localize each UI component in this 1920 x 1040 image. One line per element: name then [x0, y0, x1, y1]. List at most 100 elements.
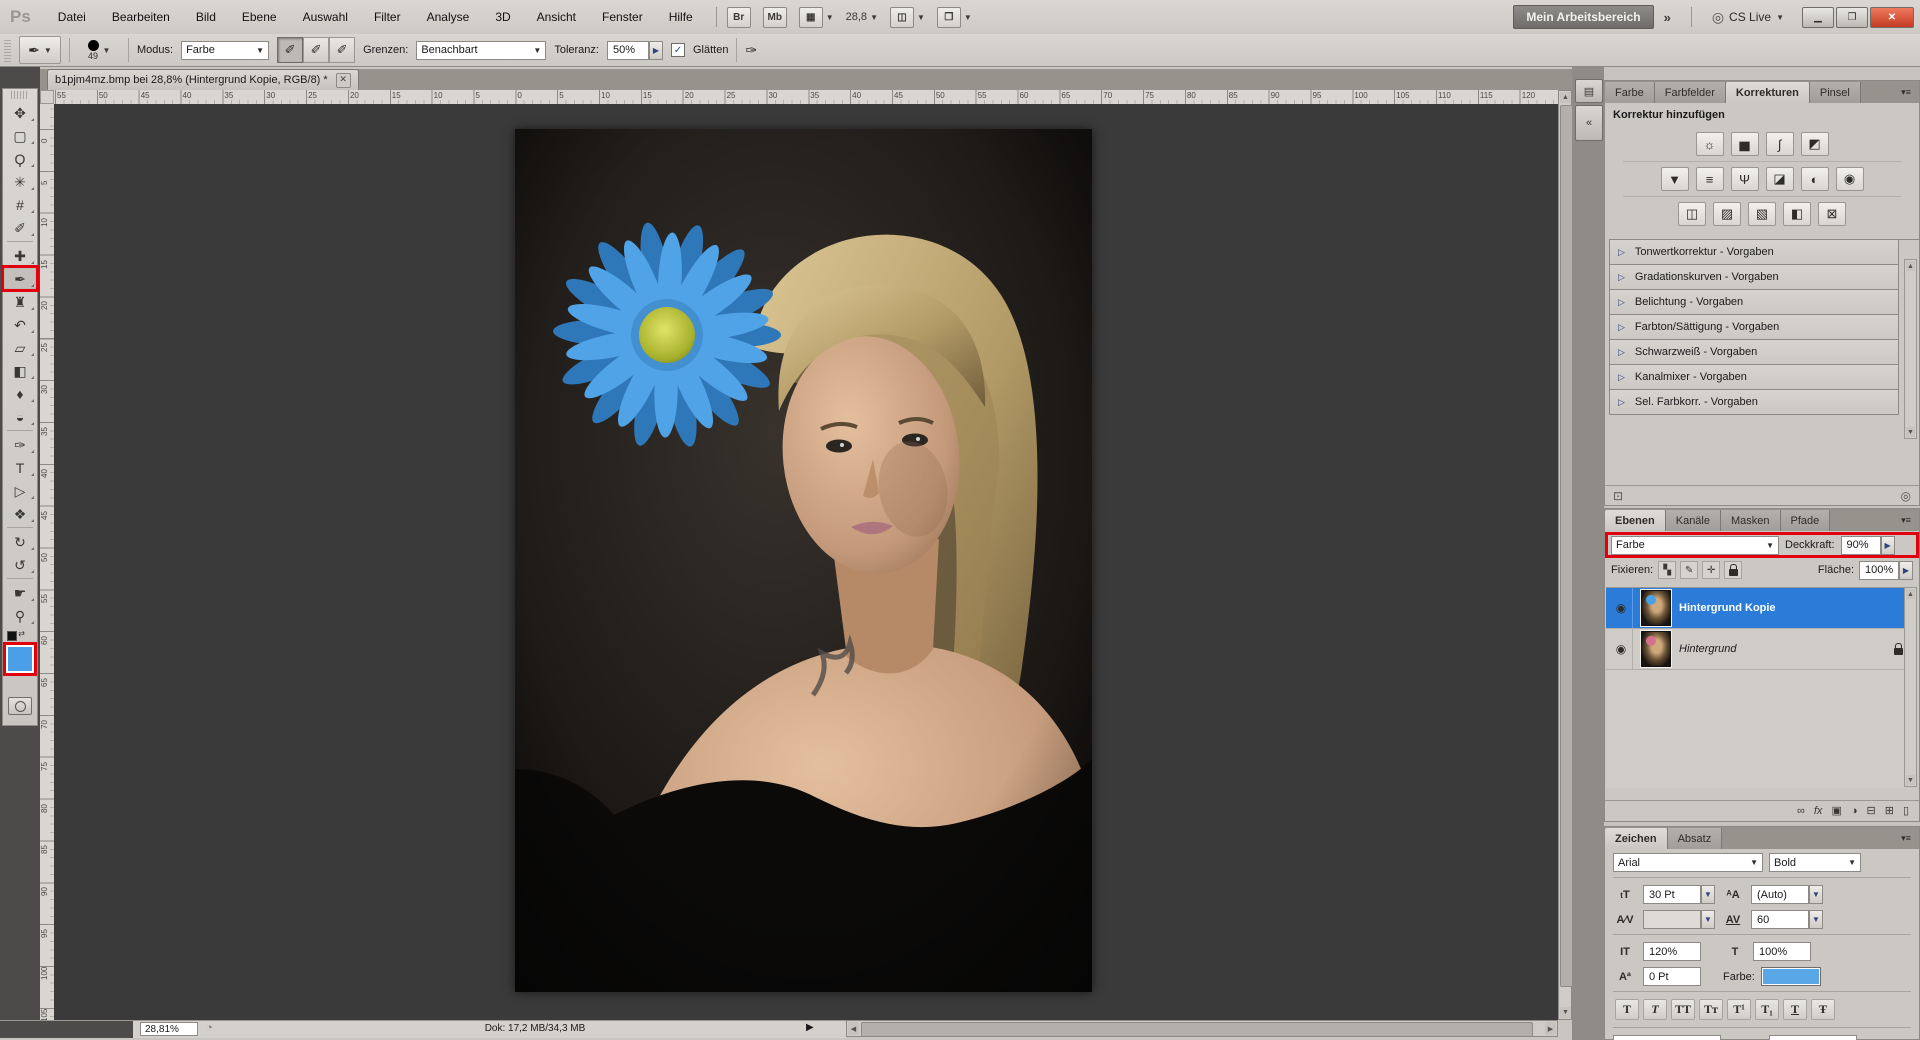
lasso-tool[interactable]: Ϙ [3, 147, 37, 170]
kerning-dropdown-button[interactable]: ▼ [1701, 910, 1715, 929]
3d-orbit-tool[interactable]: ↺ [3, 553, 37, 576]
grenzen-dropdown[interactable]: Benachbart ▼ [416, 41, 546, 60]
leading-input[interactable]: (Auto) [1751, 885, 1809, 904]
all-caps-button[interactable]: TT [1671, 999, 1695, 1020]
channel-mixer-button[interactable]: ◉ [1836, 167, 1864, 191]
flaeche-input[interactable]: 100% [1859, 561, 1899, 580]
layers-scrollbar[interactable]: ▲ ▼ [1904, 587, 1917, 787]
eyedropper-tool[interactable]: ✐ [3, 216, 37, 239]
menu-item-hilfe[interactable]: Hilfe [656, 1, 706, 34]
selective-color-button[interactable]: ⊠ [1818, 202, 1846, 226]
custom-shape-tool[interactable]: ❖ [3, 502, 37, 525]
menu-item-fenster[interactable]: Fenster [589, 1, 656, 34]
baseline-shift-input[interactable]: 0 Pt [1643, 967, 1701, 986]
scroll-down-icon[interactable]: ▼ [1906, 427, 1915, 437]
photo-filter-button[interactable]: ◐ [1801, 167, 1829, 191]
hand-tool[interactable]: ☛ [3, 581, 37, 604]
black-white-button[interactable]: ◪ [1766, 167, 1794, 191]
preset-tonwertkorrektur-vorgaben[interactable]: ▷Tonwertkorrektur - Vorgaben [1609, 240, 1899, 265]
scroll-right-icon[interactable]: ▶ [1545, 1022, 1556, 1035]
sampling-once-icon[interactable]: ✐ [303, 37, 329, 63]
close-button[interactable]: ✕ [1870, 7, 1914, 28]
font-family-dropdown[interactable]: Arial ▼ [1613, 853, 1763, 872]
default-colors-control[interactable]: ⇄ [7, 631, 23, 643]
new-layer-button[interactable]: ⊞ [1885, 804, 1894, 817]
workspace-button[interactable]: Mein Arbeitsbereich [1513, 5, 1653, 29]
move-tool[interactable]: ✥ [3, 101, 37, 124]
faux-bold-button[interactable]: T [1615, 999, 1639, 1020]
workspace-overflow-chevrons[interactable]: » [1664, 10, 1671, 25]
underline-button[interactable]: T [1783, 999, 1807, 1020]
add-layer-mask-button[interactable]: ▣ [1831, 804, 1841, 817]
rectangular-marquee-tool[interactable]: ▢ [3, 124, 37, 147]
visibility-toggle[interactable]: ◉ [1610, 588, 1633, 628]
document-close-icon[interactable]: ✕ [336, 73, 351, 88]
horizontal-scale-input[interactable]: 100% [1753, 942, 1811, 961]
vertical-scale-input[interactable]: 120% [1643, 942, 1701, 961]
horizontal-scroll-thumb[interactable] [861, 1022, 1533, 1037]
scroll-up-icon[interactable]: ▲ [1906, 261, 1915, 271]
preset-gradationskurven-vorgaben[interactable]: ▷Gradationskurven - Vorgaben [1609, 265, 1899, 290]
scroll-down-icon[interactable]: ▼ [1906, 775, 1915, 785]
preset-sel-farbkorr-vorgaben[interactable]: ▷Sel. Farbkorr. - Vorgaben [1609, 390, 1899, 415]
visibility-toggle[interactable]: ◉ [1610, 629, 1633, 669]
arrange-documents-control[interactable]: ◫ ▼ [890, 7, 925, 28]
gradient-tool[interactable]: ◧ [3, 359, 37, 382]
foreground-color-swatch[interactable] [6, 645, 34, 673]
menu-item-analyse[interactable]: Analyse [414, 1, 483, 34]
invert-button[interactable]: ◫ [1678, 202, 1706, 226]
lock-all-button[interactable] [1724, 561, 1742, 579]
preset-belichtung-vorgaben[interactable]: ▷Belichtung - Vorgaben [1609, 290, 1899, 315]
status-options-arrow-icon[interactable]: ▶ [806, 1022, 814, 1033]
tab-absatz[interactable]: Absatz [1668, 828, 1723, 849]
gradient-map-button[interactable]: ◧ [1783, 202, 1811, 226]
dodge-tool[interactable]: ◒ [3, 405, 37, 428]
color-replacement-tool[interactable]: ✒ [3, 267, 37, 290]
subscript-button[interactable]: T₁ [1755, 999, 1779, 1020]
faux-italic-button[interactable]: T [1643, 999, 1667, 1020]
screen-mode-control[interactable]: ❐ ▼ [937, 7, 972, 28]
status-zoom-input[interactable]: 28,81% [140, 1022, 198, 1036]
quick-selection-tool[interactable]: ✳ [3, 170, 37, 193]
zoom-tool[interactable]: ⚲ [3, 604, 37, 627]
scroll-down-icon[interactable]: ▼ [1560, 1007, 1571, 1018]
strikethrough-button[interactable]: Ŧ [1811, 999, 1835, 1020]
brightness-contrast-button[interactable]: ☼ [1696, 132, 1724, 156]
tab-zeichen[interactable]: Zeichen [1605, 828, 1668, 849]
modus-dropdown[interactable]: Farbe ▼ [181, 41, 269, 60]
return-to-adjustment-list-icon[interactable]: ⊡ [1613, 489, 1623, 503]
deckkraft-input[interactable]: 90% [1841, 536, 1881, 555]
type-tool[interactable]: T [3, 456, 37, 479]
anti-alias-dropdown[interactable]: Stark ▼ [1769, 1035, 1857, 1040]
history-brush-tool[interactable]: ↶ [3, 313, 37, 336]
restore-button[interactable]: ❐ [1836, 7, 1868, 28]
toleranz-input[interactable]: 50% [607, 41, 649, 60]
menu-item-ebene[interactable]: Ebene [229, 1, 290, 34]
font-size-dropdown-button[interactable]: ▼ [1701, 885, 1715, 904]
tab-masken[interactable]: Masken [1721, 510, 1781, 531]
preset-kanalmixer-vorgaben[interactable]: ▷Kanalmixer - Vorgaben [1609, 365, 1899, 390]
horizontal-scrollbar[interactable]: ◀ ▶ [846, 1020, 1558, 1037]
font-size-input[interactable]: 30 Pt [1643, 885, 1701, 904]
zoom-level-value[interactable]: 28,8 [846, 11, 867, 23]
preset-farbton-s-ttigung-vorgaben[interactable]: ▷Farbton/Sättigung - Vorgaben [1609, 315, 1899, 340]
lock-paint-button[interactable]: ✎ [1680, 561, 1698, 579]
preset-schwarzwei-vorgaben[interactable]: ▷Schwarzweiß - Vorgaben [1609, 340, 1899, 365]
tab-korrekturen[interactable]: Korrekturen [1726, 82, 1810, 103]
menu-item-ansicht[interactable]: Ansicht [524, 1, 589, 34]
layer-effects-button[interactable]: fx [1814, 805, 1823, 817]
new-group-button[interactable]: ⊟ [1867, 804, 1876, 817]
sampling-background-icon[interactable]: ✐ [329, 37, 355, 63]
tab-pfade[interactable]: Pfade [1781, 510, 1831, 531]
menu-item-datei[interactable]: Datei [45, 1, 99, 34]
lock-transparency-button[interactable]: ▚ [1658, 561, 1676, 579]
lock-position-button[interactable]: ✛ [1702, 561, 1720, 579]
tracking-input[interactable]: 60 [1751, 910, 1809, 929]
clip-to-layer-icon[interactable]: ◎ [1901, 489, 1911, 503]
layer-row-hintergrund-kopie[interactable]: ◉Hintergrund Kopie [1606, 588, 1907, 629]
tab-farbe[interactable]: Farbe [1605, 82, 1655, 103]
leading-dropdown-button[interactable]: ▼ [1809, 885, 1823, 904]
text-color-swatch[interactable] [1761, 967, 1821, 986]
collapsed-panel-icon[interactable]: ▤ [1575, 79, 1603, 103]
color-balance-button[interactable]: Ψ [1731, 167, 1759, 191]
